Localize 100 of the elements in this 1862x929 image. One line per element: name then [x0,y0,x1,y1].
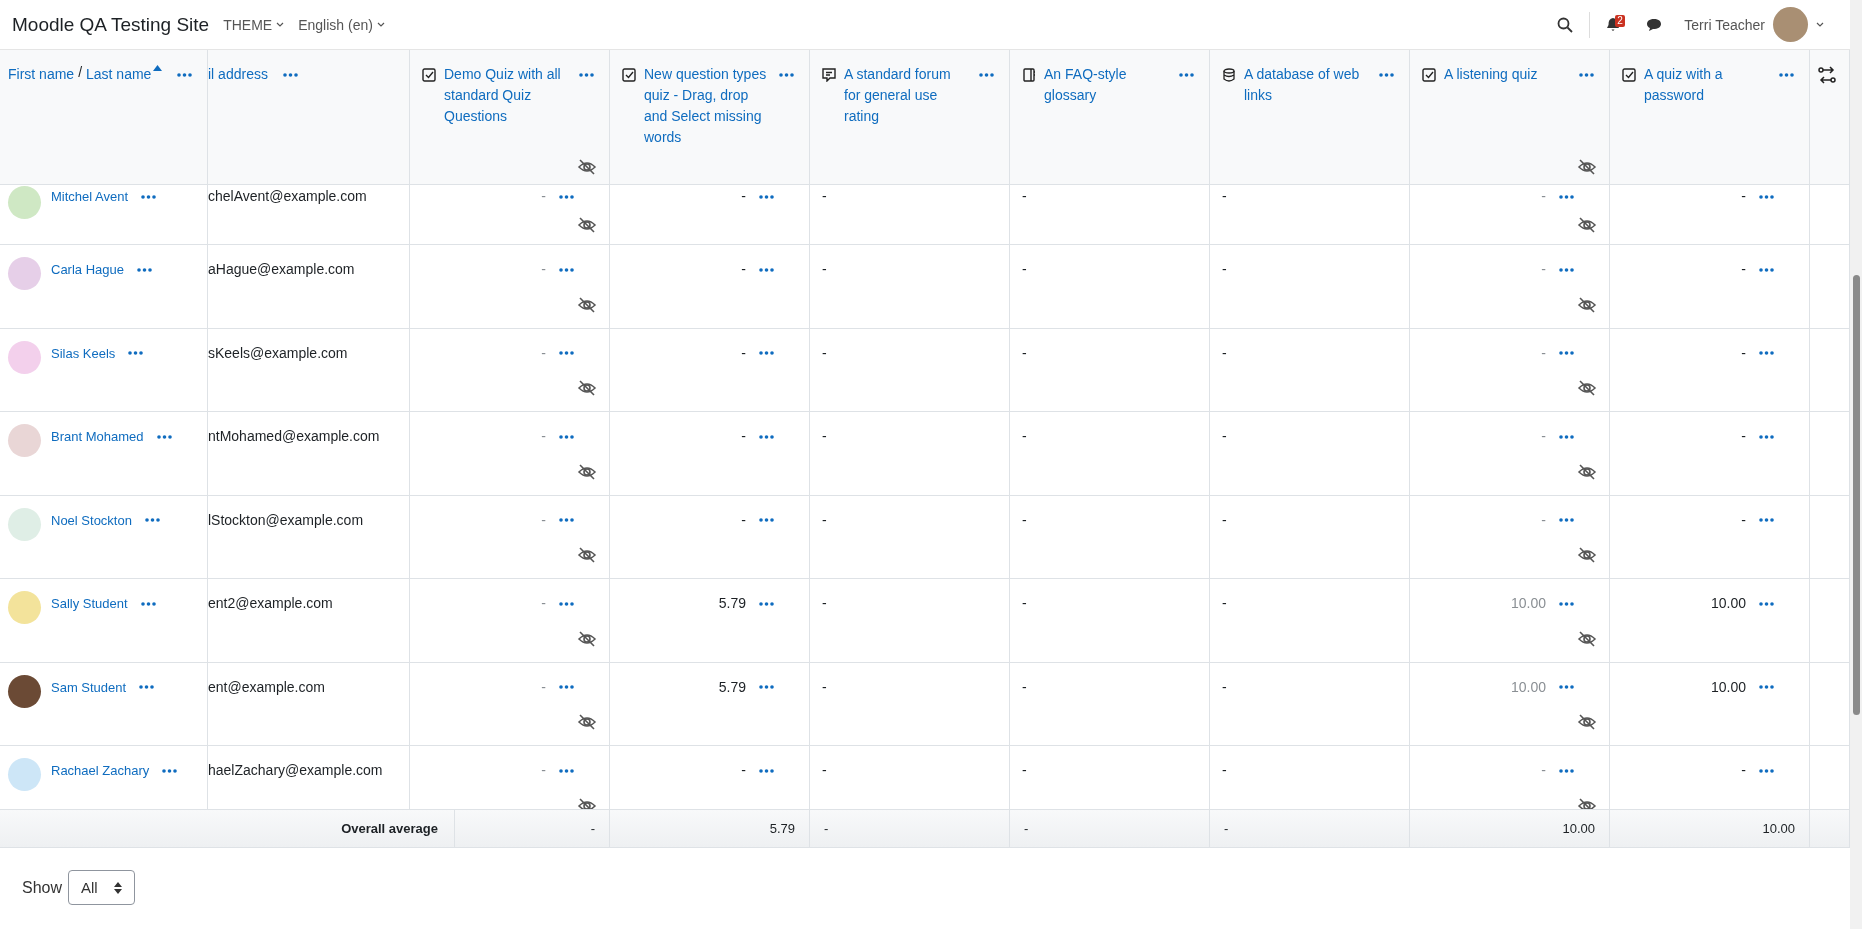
column-title-link[interactable]: A database of web links [1244,64,1368,106]
grade-value: - [1222,594,1228,613]
column-title-link[interactable]: An FAQ-style glossary [1044,64,1168,106]
user-name-link[interactable]: Rachael Zachary [51,760,150,781]
more-icon [1759,768,1774,773]
grade-value: - [740,260,746,279]
more-icon [559,434,574,439]
more-icon [559,601,574,606]
more-icon [759,194,774,199]
more-icon [1559,267,1574,272]
grade-value: - [1540,427,1546,446]
user-name-link[interactable]: Silas Keels [51,342,116,364]
grade-value: - [740,187,746,206]
table-cell: ntMohamed@example.com [208,412,410,495]
average-value: - [1024,821,1029,836]
grade-value: - [822,260,828,279]
user-name-link[interactable]: Brant Mohamed [51,426,144,447]
grade-value: - [540,427,546,446]
more-icon [141,194,157,199]
user-menu-button[interactable]: Terri Teacher [1678,6,1830,43]
column-title-link[interactable]: A standard forum for general use rating [844,64,968,127]
more-icon [1559,434,1574,439]
more-icon [1579,72,1594,77]
grade-value: - [1222,260,1228,279]
grade-value: 5.79 [717,677,746,697]
more-icon [579,72,594,77]
user-avatar [8,340,41,374]
sort-link[interactable]: Last name [86,64,163,85]
table-cell: sKeels@example.com [208,328,410,411]
user-avatar [8,186,41,219]
more-icon [559,194,574,199]
grade-value: - [822,427,828,446]
grade-value: - [1022,761,1028,780]
grade-value: - [1540,761,1546,780]
more-icon [759,601,774,606]
caret-icon [276,22,285,27]
grade-value: - [740,427,746,446]
grade-value: - [1022,187,1028,206]
user-avatar [8,257,41,290]
grade-value: - [822,343,828,363]
grade-value: - [1540,187,1546,206]
checkbox-icon [622,68,636,82]
grade-value: - [1540,510,1546,530]
nav-menu[interactable]: THEME [223,16,285,33]
more-icon [759,434,774,439]
more-icon [1759,194,1774,199]
more-icon [1759,351,1774,355]
more-icon [1559,351,1574,355]
site-name-link[interactable]: Moodle QA Testing Site [12,13,210,36]
more-icon [1759,434,1774,439]
table-cell: Overall average [0,810,455,847]
show-select[interactable]: All [68,870,135,905]
grade-value: - [1222,510,1228,530]
grade-value: - [1740,761,1746,780]
arrows-icon [1818,66,1836,84]
scrollbar[interactable] [1850,0,1862,929]
grade-value: - [1540,343,1546,363]
grade-value: - [740,510,746,530]
average-value: 5.79 [769,821,795,836]
user-name-link[interactable]: Carla Hague [51,259,124,280]
column-title-link[interactable]: Demo Quiz with all standard Quiz Questions [444,64,568,127]
nav-menu[interactable]: English (en) [298,16,385,33]
more-icon [1759,518,1774,522]
more-icon [1779,72,1794,77]
sort-link[interactable]: First name [8,64,75,85]
search-icon [1557,16,1574,33]
user-avatar [8,591,41,624]
user-name-link[interactable]: Sam Student [51,676,127,698]
user-name-link[interactable]: Mitchel Avent [51,186,129,207]
column-title-link[interactable]: New question types quiz - Drag, drop and Select missing words [644,64,768,148]
user-avatar [8,507,41,541]
more-icon [559,351,574,355]
collapse-columns-button[interactable] [1816,64,1838,86]
user-avatar [8,674,41,708]
column-title-link[interactable]: A listening quiz [1444,64,1568,85]
more-icon [1559,601,1574,606]
grade-value: - [822,187,828,206]
notifications-button[interactable]: 2 [1604,15,1631,34]
grade-value: - [1222,187,1228,206]
sort-arrows-icon [113,881,122,894]
caret-icon [1816,22,1824,27]
grade-value: - [1540,260,1546,279]
grade-value: - [1022,427,1028,446]
scrollbar-thumb[interactable] [1853,275,1860,715]
column-title-link[interactable]: il address [208,64,268,85]
grade-value: 10.00 [1709,594,1746,613]
column-title-link[interactable]: A quiz with a password [1644,64,1768,106]
more-icon [1559,685,1574,689]
more-icon [1759,267,1774,272]
user-avatar [1773,7,1808,42]
grade-value: - [1022,677,1028,697]
more-icon [1179,72,1194,77]
user-name-link[interactable]: Sally Student [51,593,128,614]
grade-value: - [1022,343,1028,363]
user-avatar [8,424,41,457]
user-name-link[interactable]: Noel Stockton [51,509,132,531]
grade-value: - [1740,260,1746,279]
table-cell: ent@example.com [208,662,410,745]
grade-value: - [540,260,546,279]
more-icon [759,518,774,522]
